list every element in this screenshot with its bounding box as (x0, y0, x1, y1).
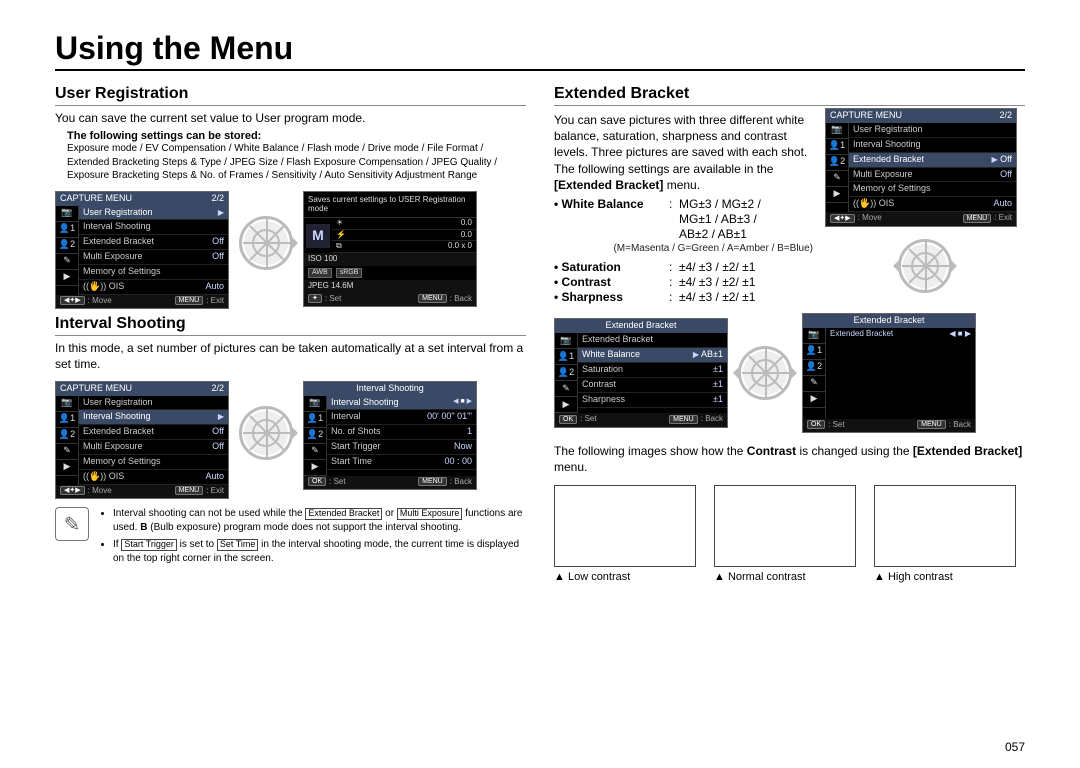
menu-button-icon: MENU (175, 296, 204, 305)
info-iso: ISO 100 (304, 253, 476, 266)
menu-item: Sharpness±1 (578, 393, 727, 408)
user-registration-text: You can save the current set value to Us… (55, 110, 526, 126)
left-column: User Registration You can save the curre… (55, 79, 526, 583)
menu-item: Start Time00 : 00 (327, 455, 476, 470)
menu-item: Extended Bracket Off (849, 153, 1016, 168)
menu-item-extended-bracket: Extended BracketOff (79, 235, 228, 250)
menu-item: ((🖐)) OISAuto (849, 197, 1016, 212)
user-registration-heading: User Registration (55, 85, 526, 106)
dial-icon (239, 406, 293, 460)
menu-item: Memory of Settings (849, 182, 1016, 197)
menu-item-ois: ((🖐)) OISAuto (79, 280, 228, 295)
blank-preview (826, 341, 975, 419)
menu-item: ((🖐)) OISAuto (79, 470, 228, 485)
extended-bracket-type-screenshot: Extended Bracket 📷 👤1 👤2 ✎ ▶ Extended Br… (802, 313, 976, 433)
menu-item: White Balance AB±1 (578, 348, 727, 363)
caption-low: Low contrast (554, 571, 696, 583)
tab-camera-icon: 📷 (56, 206, 78, 222)
note-body: Interval shooting can not be used while … (99, 507, 526, 569)
menu-item: Extended BracketOff (79, 425, 228, 440)
right-column: Extended Bracket You can save pictures w… (554, 79, 1025, 583)
stored-settings-heading: The following settings can be stored: (67, 130, 526, 142)
menu-item: Multi ExposureOff (849, 168, 1016, 183)
info-awb: AWB (308, 268, 332, 278)
menu-item-memory-settings: Memory of Settings (79, 265, 228, 280)
tab-person1-icon: 👤1 (56, 222, 78, 238)
extended-bracket-menu-screenshot: Extended Bracket 📷 👤1 👤2 ✎ ▶ Extended Br… (554, 318, 728, 427)
menu-item: Start TriggerNow (327, 440, 476, 455)
capture-menu-screenshot-ur: CAPTURE MENU 2/2 📷 👤1 👤2 ✎ ▶ User Regist (55, 191, 229, 310)
caption-high: High contrast (874, 571, 1016, 583)
note-icon: ✎ (55, 507, 89, 541)
dial-icon (898, 239, 952, 293)
interval-shooting-menu-screenshot: Interval Shooting 📷 👤1 👤2 ✎ ▶ Interval S… (303, 381, 477, 490)
nav-icon: ◀✦▶ (60, 296, 85, 305)
mode-letter: M (306, 224, 330, 248)
menu-item: No. of Shots1 (327, 425, 476, 440)
tab-person2-icon: 👤2 (56, 238, 78, 254)
caption-normal: Normal contrast (714, 571, 856, 583)
wb-legend: (M=Masenta / G=Green / A=Amber / B=Blue) (554, 243, 813, 254)
menu-item: Multi ExposureOff (79, 440, 228, 455)
menu-item: Interval Shooting (79, 410, 228, 425)
menu-item: User Registration (79, 396, 228, 411)
info-caption: Saves current settings to USER Registrat… (304, 192, 476, 217)
extended-bracket-heading: Extended Bracket (554, 85, 1025, 106)
menu-item-interval-shooting: Interval Shooting (79, 220, 228, 235)
menu-title: CAPTURE MENU (60, 194, 132, 204)
ok-button-icon: ✦ (308, 294, 322, 303)
menu-item-multi-exposure: Multi ExposureOff (79, 250, 228, 265)
menu-item: Saturation±1 (578, 363, 727, 378)
eb-contrast-text: The following images show how the Contra… (554, 443, 1025, 475)
contrast-examples: Low contrast Normal contrast High contra… (554, 485, 1025, 583)
menu-button-icon: MENU (418, 294, 447, 303)
eb-text: You can save pictures with three differe… (554, 112, 813, 193)
tab-tool-icon: ✎ (56, 254, 78, 270)
menu-item: Interval Shooting■ (327, 396, 476, 411)
example-normal-contrast (714, 485, 856, 567)
info-srgb: sRGB (336, 268, 363, 278)
menu-item: Extended Bracket (578, 333, 727, 348)
capture-menu-screenshot-eb: CAPTURE MENU 2/2 📷 👤1 👤2 ✎ ▶ (825, 108, 1017, 227)
tab-play-icon: ▶ (56, 270, 78, 286)
menu-item: Contrast±1 (578, 378, 727, 393)
page-title: Using the Menu (55, 30, 1025, 71)
menu-item: Memory of Settings (79, 455, 228, 470)
stored-settings-body: Exposure mode / EV Compensation / White … (67, 142, 526, 183)
interval-shooting-heading: Interval Shooting (55, 315, 526, 336)
example-low-contrast (554, 485, 696, 567)
interval-shooting-text: In this mode, a set number of pictures c… (55, 340, 526, 372)
dial-icon (239, 216, 293, 270)
menu-item: Interval Shooting (849, 138, 1016, 153)
dial-icon (738, 346, 792, 400)
menu-item-user-registration: User Registration (79, 206, 228, 221)
example-high-contrast (874, 485, 1016, 567)
menu-page-indicator: 2/2 (211, 194, 224, 204)
menu-item: Interval00' 00" 01'" (327, 410, 476, 425)
capture-menu-screenshot-is: CAPTURE MENU 2/2 📷 👤1 👤2 ✎ ▶ User Regist (55, 381, 229, 500)
info-jpeg: JPEG 14.6M (304, 280, 476, 293)
page-number: 057 (1005, 740, 1025, 754)
user-registration-info-screenshot: Saves current settings to USER Registrat… (303, 191, 477, 307)
menu-item: User Registration (849, 123, 1016, 138)
